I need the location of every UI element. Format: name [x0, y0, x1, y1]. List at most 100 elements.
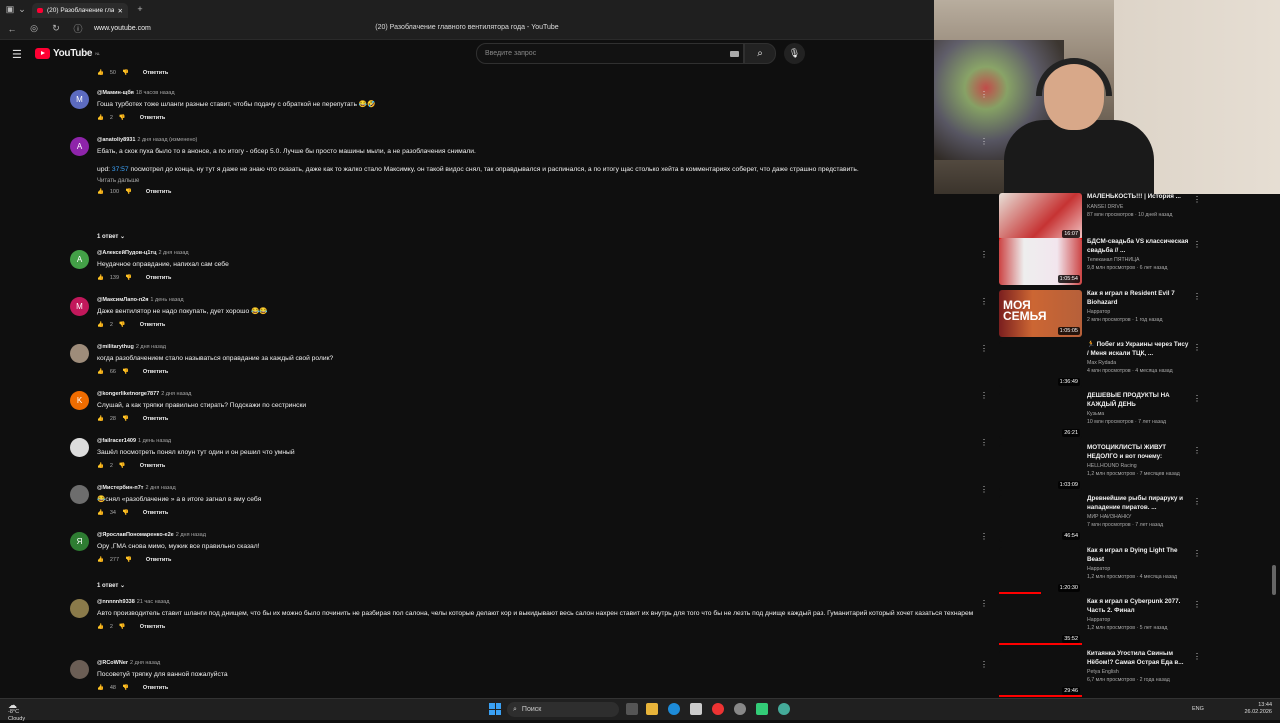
comment-more-icon[interactable]: ⋮ [980, 90, 988, 99]
comment-author[interactable]: @nnnnnh9338 [97, 599, 135, 605]
system-clock[interactable]: 13:44 26.02.2026 [1244, 702, 1272, 716]
scrollbar-thumb[interactable] [1272, 565, 1276, 595]
windows-start-icon[interactable] [489, 703, 501, 715]
comment-more-icon[interactable]: ⋮ [980, 250, 988, 259]
like-icon[interactable]: 👍 [97, 557, 104, 563]
like-icon[interactable]: 👍 [97, 70, 104, 76]
recommended-video[interactable]: 1:03:09 МОТОЦИКЛИСТЫ ЖИВУТ НЕДОЛГО и вот … [999, 444, 1201, 494]
recommended-video[interactable]: 29:46 Китаянка Угостила Свиным Нёбом!? Са… [999, 650, 1201, 700]
recommended-video[interactable]: 1:20:30 Как я играл в Dying Light The Bea… [999, 547, 1201, 597]
dislike-icon[interactable]: 👎 [119, 624, 126, 630]
yandex-browser-icon[interactable] [712, 703, 724, 715]
video-title[interactable]: Как я играл в Dying Light The Beast [1087, 547, 1191, 564]
dislike-icon[interactable]: 👎 [122, 685, 129, 691]
read-more-link[interactable]: Читать дальше [97, 178, 977, 184]
hamburger-menu-icon[interactable]: ☰ [12, 48, 22, 61]
avatar[interactable] [70, 344, 89, 363]
reply-button[interactable]: Ответить [143, 369, 168, 375]
reply-button[interactable]: Ответить [143, 685, 168, 691]
comment-time[interactable]: 2 дня назад [130, 660, 160, 666]
video-title[interactable]: Как я играл в Resident Evil 7 Biohazard [1087, 290, 1191, 307]
avatar[interactable]: K [70, 391, 89, 410]
edge-icon[interactable] [668, 703, 680, 715]
comment-time[interactable]: 2 дня назад [176, 532, 206, 538]
video-more-icon[interactable]: ⋮ [1193, 600, 1201, 609]
comment-author[interactable]: @anatoliy8931 [97, 137, 135, 143]
comment-time[interactable]: 2 дня назад [158, 250, 188, 256]
avatar[interactable]: M [70, 90, 89, 109]
reply-button[interactable]: Ответить [143, 70, 168, 76]
channel-name[interactable]: HELLHOUND Racing [1087, 463, 1191, 469]
like-icon[interactable]: 👍 [97, 322, 104, 328]
avatar[interactable]: Я [70, 532, 89, 551]
like-icon[interactable]: 👍 [97, 624, 104, 630]
like-icon[interactable]: 👍 [97, 510, 104, 516]
channel-name[interactable]: Телеканал ПЯТНИЦА [1087, 257, 1191, 263]
like-icon[interactable]: 👍 [97, 369, 104, 375]
avatar[interactable] [70, 438, 89, 457]
dislike-icon[interactable]: 👎 [122, 70, 129, 76]
recommended-video[interactable]: 1:36:49 🏃 Побег из Украины через Тису / М… [999, 341, 1201, 391]
dislike-icon[interactable]: 👎 [125, 189, 132, 195]
site-info-icon[interactable]: ⓘ [72, 22, 84, 35]
settings-gear-icon[interactable] [734, 703, 746, 715]
comment-time[interactable]: 21 час назад [137, 599, 170, 605]
video-thumbnail[interactable]: 1:20:30 [999, 547, 1082, 594]
avatar[interactable]: A [70, 250, 89, 269]
dislike-icon[interactable]: 👎 [125, 557, 132, 563]
timestamp-link[interactable]: 37:57 [112, 166, 129, 173]
channel-name[interactable]: KANSEI DRIVE [1087, 204, 1191, 210]
avatar[interactable]: M [70, 297, 89, 316]
video-title[interactable]: БДСМ-свадьба VS классическая свадьба // … [1087, 238, 1191, 255]
video-thumbnail[interactable]: 29:46 [999, 650, 1082, 697]
video-thumbnail[interactable]: 16:07 [999, 193, 1082, 240]
reply-button[interactable]: Ответить [140, 624, 165, 630]
comment-author[interactable]: @kongerliketnorge7877 [97, 391, 159, 397]
recommended-video[interactable]: 35:52 Как я играл в Cyberpunk 2077. Часть… [999, 598, 1201, 648]
tab-list-icon[interactable]: ⌄ [16, 4, 28, 15]
app-icon[interactable] [756, 703, 768, 715]
comment-more-icon[interactable]: ⋮ [980, 532, 988, 541]
task-view-icon[interactable] [626, 703, 638, 715]
video-more-icon[interactable]: ⋮ [1193, 446, 1201, 455]
recommended-video[interactable]: 16:07 МАЛЕНЬКОСТЬ!!! | История ... KANSEI … [999, 193, 1201, 243]
show-replies-button[interactable]: 1 ответ ⌄ [97, 582, 125, 589]
reply-button[interactable]: Ответить [146, 275, 171, 281]
comment-more-icon[interactable]: ⋮ [980, 137, 988, 146]
comment-author[interactable]: @АлексейПудов-ц1тц [97, 250, 156, 256]
avatar[interactable]: A [70, 137, 89, 156]
reply-button[interactable]: Ответить [143, 416, 168, 422]
reply-button[interactable]: Ответить [146, 557, 171, 563]
chrome-icon[interactable] [778, 703, 790, 715]
like-icon[interactable]: 👍 [97, 685, 104, 691]
like-icon[interactable]: 👍 [97, 416, 104, 422]
browser-menu-icon[interactable]: ▣ [4, 4, 16, 15]
comment-more-icon[interactable]: ⋮ [980, 660, 988, 669]
dislike-icon[interactable]: 👎 [119, 463, 126, 469]
file-explorer-icon[interactable] [646, 703, 658, 715]
channel-name[interactable]: Нарратор [1087, 617, 1191, 623]
channel-name[interactable]: Max Rydada [1087, 360, 1191, 366]
comment-time[interactable]: 2 дня назад [146, 485, 176, 491]
shield-icon[interactable]: ◎ [28, 23, 40, 34]
comment-author[interactable]: @ЯрославПономаренко-е2е [97, 532, 174, 538]
dislike-icon[interactable]: 👎 [122, 369, 129, 375]
reply-button[interactable]: Ответить [146, 189, 171, 195]
video-thumbnail[interactable]: МОЯ СЕМЬЯ 1:05:05 [999, 290, 1082, 337]
reply-button[interactable]: Ответить [140, 322, 165, 328]
avatar[interactable] [70, 599, 89, 618]
like-icon[interactable]: 👍 [97, 189, 104, 195]
comment-time[interactable]: 2 дня назад [136, 344, 166, 350]
youtube-logo[interactable]: YouTube NL [35, 48, 100, 59]
show-replies-button[interactable]: 1 ответ ⌄ [97, 233, 125, 240]
video-more-icon[interactable]: ⋮ [1193, 497, 1201, 506]
comment-time[interactable]: 18 часов назад [136, 90, 175, 96]
like-icon[interactable]: 👍 [97, 115, 104, 121]
video-more-icon[interactable]: ⋮ [1193, 240, 1201, 249]
avatar[interactable] [70, 485, 89, 504]
video-title[interactable]: Древнейшие рыбы пираруку и нападение пир… [1087, 495, 1191, 512]
video-title[interactable]: МОТОЦИКЛИСТЫ ЖИВУТ НЕДОЛГО и вот почему: [1087, 444, 1191, 461]
comment-time[interactable]: 2 дня назад (изменено) [137, 137, 197, 143]
channel-name[interactable]: Кузьма [1087, 411, 1191, 417]
comment-author[interactable]: @Мистербин-п7т [97, 485, 144, 491]
